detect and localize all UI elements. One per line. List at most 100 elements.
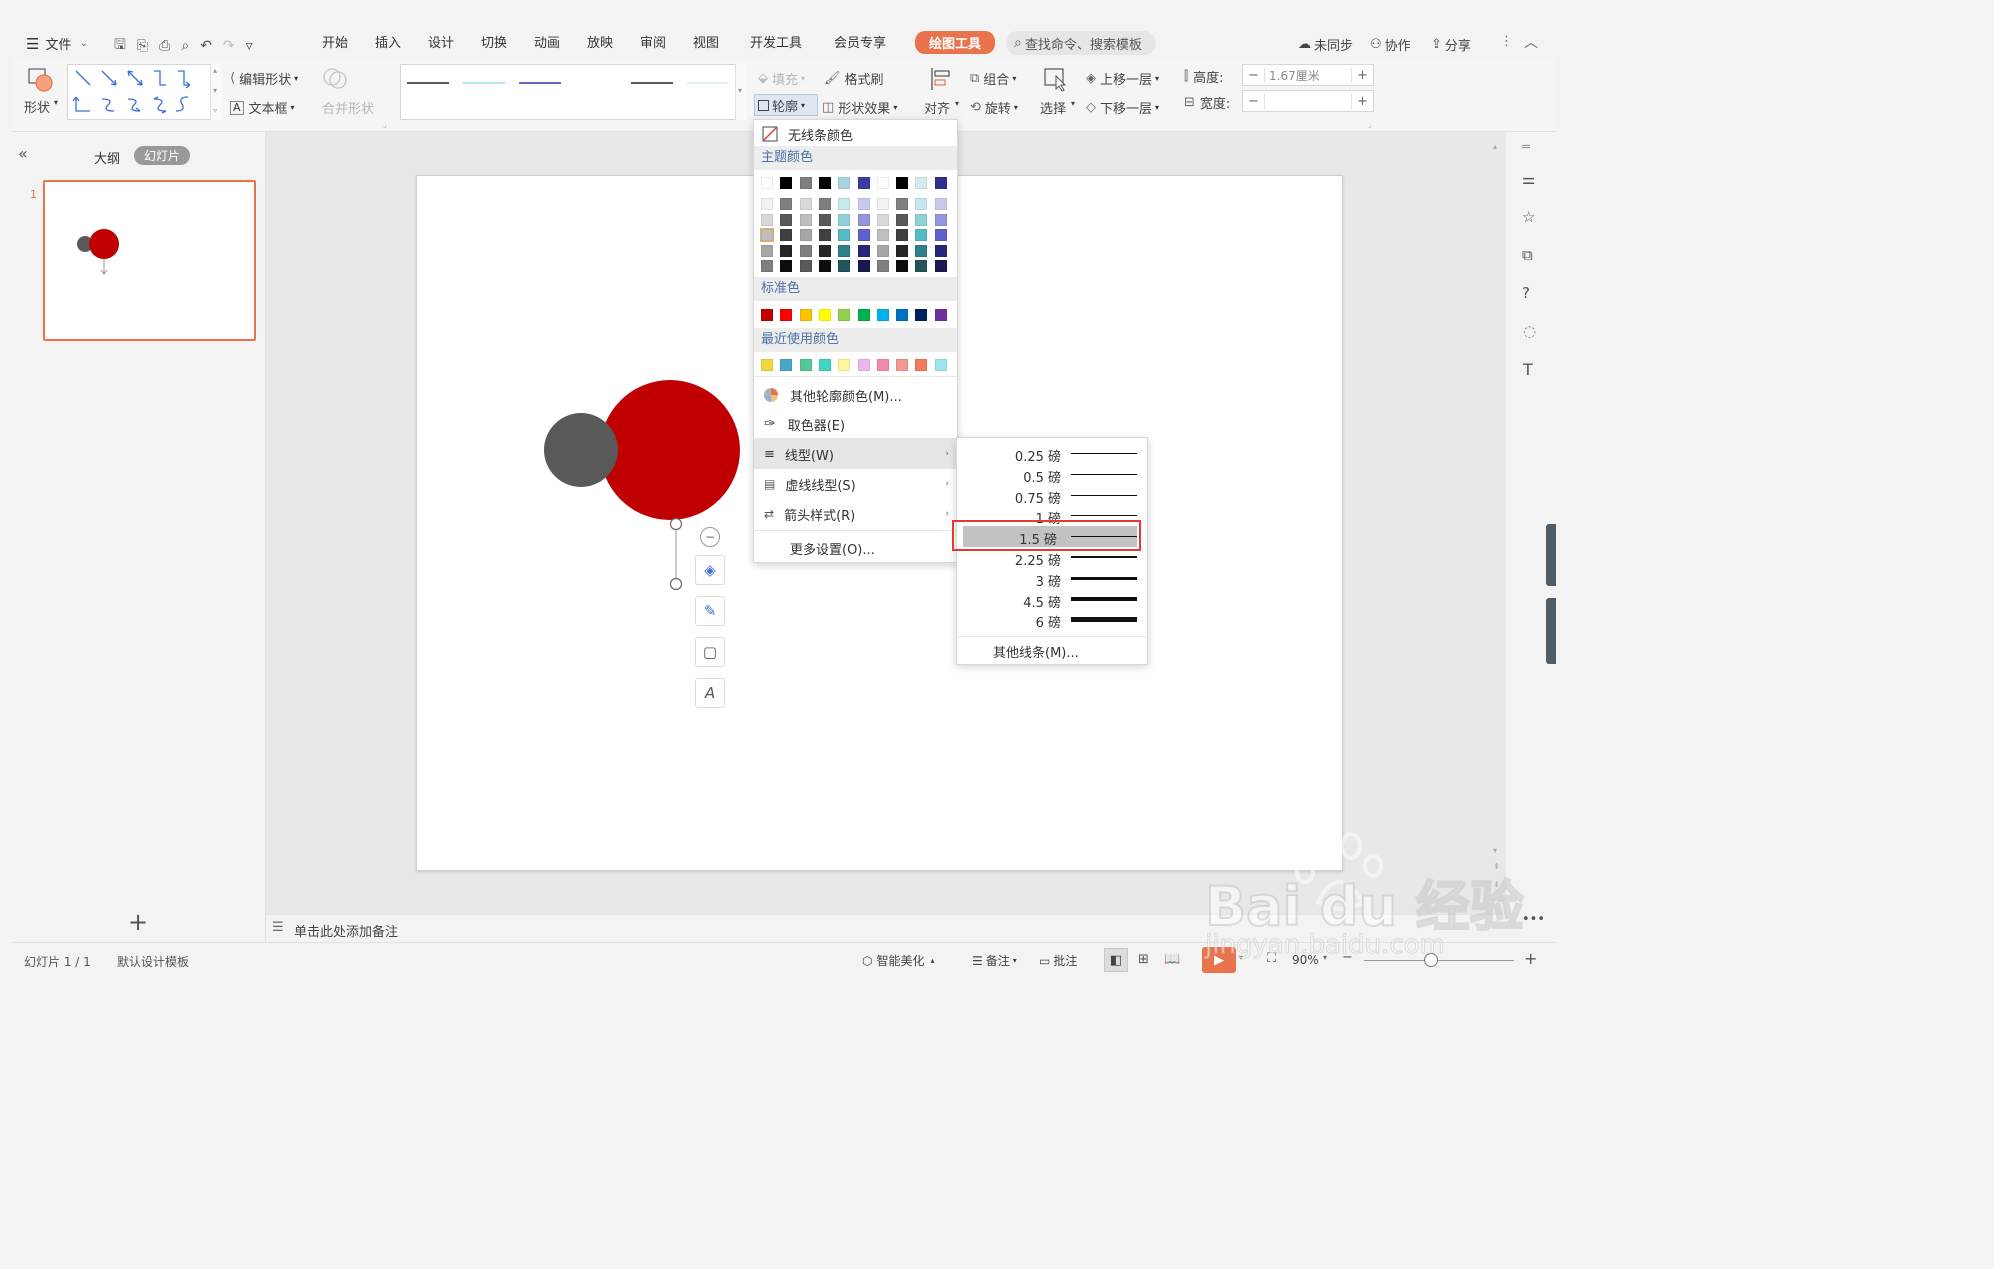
- theme-shade-swatch[interactable]: [799, 213, 812, 226]
- tab-review[interactable]: 审阅: [640, 32, 666, 51]
- recent-color-swatch[interactable]: [780, 359, 793, 371]
- theme-shade-swatch[interactable]: [761, 198, 773, 210]
- smart-beautify-button[interactable]: ⬡ 智能美化 ▴: [862, 952, 935, 969]
- idea-icon[interactable]: ◌: [1523, 322, 1536, 340]
- bring-forward-button[interactable]: ◈ 上移一层 ▾: [1086, 69, 1159, 88]
- fill-button[interactable]: ⬙ 填充 ▾: [758, 69, 805, 88]
- theme-shade-swatch[interactable]: [761, 213, 773, 226]
- theme-color-swatch[interactable]: [799, 177, 812, 189]
- file-menu-button[interactable]: ☰ 文件 ⌄: [26, 34, 88, 54]
- theme-shade-swatch[interactable]: [896, 260, 909, 272]
- theme-shade-swatch[interactable]: [780, 244, 793, 257]
- zoom-in-button[interactable]: +: [1524, 949, 1537, 968]
- recent-color-swatch[interactable]: [818, 359, 831, 371]
- theme-shade-swatch[interactable]: [857, 229, 870, 241]
- width-decrease-button[interactable]: −: [1243, 93, 1265, 109]
- height-increase-button[interactable]: +: [1351, 67, 1373, 83]
- reading-view-icon[interactable]: 📖: [1164, 952, 1180, 967]
- shape-effect-button[interactable]: ◫ 形状效果 ▾: [822, 98, 897, 117]
- scroll-down-icon[interactable]: ▾: [1493, 846, 1497, 855]
- sync-status[interactable]: ☁ 未同步: [1298, 35, 1353, 54]
- theme-shade-swatch[interactable]: [857, 198, 870, 210]
- style-brush-button[interactable]: ✎: [695, 596, 725, 626]
- theme-color-swatch[interactable]: [896, 177, 909, 189]
- theme-shade-swatch[interactable]: [761, 260, 773, 272]
- line-weight-option[interactable]: 0.25 磅: [957, 443, 1147, 465]
- theme-shade-swatch[interactable]: [838, 213, 851, 226]
- zoom-level[interactable]: 90%: [1292, 953, 1319, 967]
- redo-icon[interactable]: ↷: [223, 38, 235, 54]
- scroll-down-icon[interactable]: ▾: [213, 86, 217, 95]
- vertical-scrollbar[interactable]: ▴ ▾ ⇞ ⇟: [1492, 140, 1502, 910]
- theme-shade-swatch[interactable]: [934, 213, 947, 226]
- more-settings-item[interactable]: 更多设置(O)...: [754, 534, 957, 562]
- theme-color-swatch[interactable]: [934, 177, 947, 189]
- tab-slideshow[interactable]: 放映: [587, 32, 613, 51]
- no-line-color-item[interactable]: 无线条颜色: [754, 120, 957, 148]
- theme-shade-swatch[interactable]: [915, 260, 928, 272]
- collapse-toolbar-icon[interactable]: −: [700, 527, 720, 547]
- theme-color-swatch[interactable]: [761, 177, 773, 189]
- standard-color-swatch[interactable]: [799, 309, 812, 321]
- theme-shade-swatch[interactable]: [915, 244, 928, 257]
- group-button[interactable]: ⧉ 组合 ▾: [970, 69, 1016, 88]
- align-button[interactable]: 对齐 ▾: [924, 66, 959, 117]
- merge-shape-button[interactable]: 合并形状: [320, 66, 374, 117]
- theme-shade-swatch[interactable]: [799, 244, 812, 257]
- height-stepper[interactable]: − 1.67厘米 +: [1242, 64, 1374, 86]
- theme-shade-swatch[interactable]: [896, 213, 909, 226]
- send-backward-button[interactable]: ◇ 下移一层 ▾: [1086, 98, 1159, 117]
- rotate-button[interactable]: ⟲ 旋转 ▾: [970, 98, 1018, 117]
- play-slideshow-button[interactable]: ▶: [1202, 947, 1236, 973]
- tab-member[interactable]: 会员专享: [834, 32, 886, 51]
- theme-shade-swatch[interactable]: [915, 213, 928, 226]
- more-icon[interactable]: ⋮: [1500, 34, 1513, 49]
- zoom-out-button[interactable]: −: [1342, 950, 1353, 965]
- standard-color-swatch[interactable]: [876, 309, 889, 321]
- slides-tab[interactable]: 幻灯片: [134, 146, 191, 165]
- width-increase-button[interactable]: +: [1351, 93, 1373, 109]
- theme-shade-swatch[interactable]: [761, 244, 773, 257]
- standard-color-swatch[interactable]: [915, 309, 928, 321]
- side-tab-indicator[interactable]: [1546, 598, 1556, 664]
- recent-color-swatch[interactable]: [761, 359, 773, 371]
- line-weight-option[interactable]: 3 磅: [957, 568, 1147, 590]
- theme-shade-swatch[interactable]: [780, 229, 793, 241]
- collapse-panel-icon[interactable]: «: [18, 144, 28, 163]
- help-icon[interactable]: ?: [1522, 284, 1530, 302]
- recent-color-swatch[interactable]: [799, 359, 812, 371]
- tab-transitions[interactable]: 切换: [481, 32, 507, 51]
- theme-color-swatch[interactable]: [876, 177, 889, 189]
- theme-shade-swatch[interactable]: [876, 213, 889, 226]
- standard-color-swatch[interactable]: [934, 309, 947, 321]
- tab-design[interactable]: 设计: [428, 32, 454, 51]
- theme-shade-swatch[interactable]: [934, 244, 947, 257]
- standard-color-swatch[interactable]: [896, 309, 909, 321]
- normal-view-button[interactable]: ◧: [1104, 948, 1128, 972]
- layer-button[interactable]: ◈: [695, 555, 725, 585]
- textbox-button[interactable]: A 文本框 ▾: [230, 98, 295, 117]
- dialog-launcher-icon[interactable]: ⌟: [383, 120, 387, 129]
- undo-icon[interactable]: ↶: [200, 38, 212, 54]
- recent-color-swatch[interactable]: [838, 359, 851, 371]
- red-circle-shape[interactable]: [600, 380, 740, 520]
- print-preview-icon[interactable]: ⌕: [181, 38, 189, 54]
- recent-color-swatch[interactable]: [876, 359, 889, 371]
- gray-circle-shape[interactable]: [544, 413, 618, 487]
- theme-shade-swatch[interactable]: [799, 198, 812, 210]
- eyedropper-item[interactable]: ✑ 取色器(E): [754, 410, 957, 438]
- theme-shade-swatch[interactable]: [818, 229, 831, 241]
- theme-color-swatch[interactable]: [857, 177, 870, 189]
- format-painter-button[interactable]: 🖌 格式刷: [824, 69, 884, 88]
- tab-home[interactable]: 开始: [322, 32, 348, 51]
- arrow-style-item[interactable]: ⇄ 箭头样式(R) ›: [754, 499, 957, 529]
- theme-shade-swatch[interactable]: [799, 260, 812, 272]
- notes-toggle-button[interactable]: ☰ 备注 ▾: [972, 952, 1017, 969]
- theme-shade-swatch[interactable]: [838, 229, 851, 241]
- gallery-scroll[interactable]: ▴ ▾ ▿: [210, 64, 222, 120]
- theme-shade-swatch[interactable]: [934, 198, 947, 210]
- theme-shade-swatch[interactable]: [838, 244, 851, 257]
- theme-shade-swatch[interactable]: [818, 260, 831, 272]
- theme-shade-swatch[interactable]: [780, 198, 793, 210]
- recent-color-swatch[interactable]: [915, 359, 928, 371]
